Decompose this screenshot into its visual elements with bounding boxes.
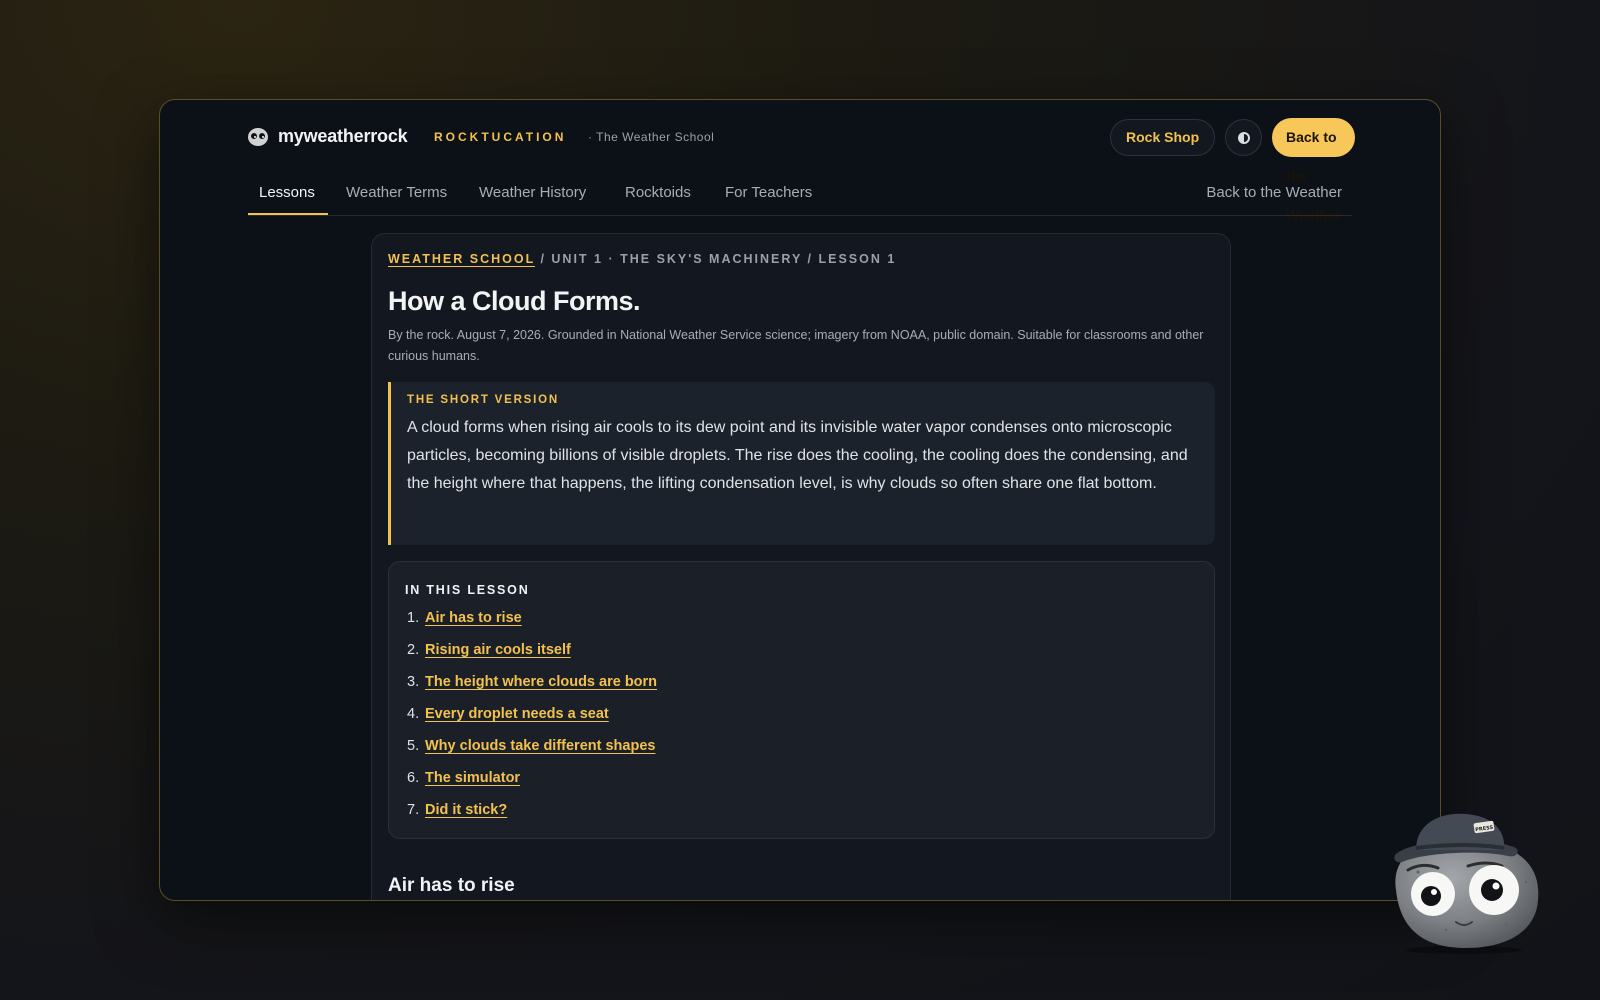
- toc-link-droplet-seat[interactable]: Every droplet needs a seat: [425, 702, 609, 734]
- theme-toggle-button[interactable]: [1225, 119, 1262, 156]
- short-version-text: A cloud forms when rising air cools to i…: [407, 419, 1188, 492]
- list-item: 5. Why clouds take different shapes: [407, 734, 657, 766]
- toc-number: 3.: [407, 674, 420, 690]
- table-of-contents: IN THIS LESSON 1. Air has to rise 2. Risin…: [388, 561, 1215, 839]
- toc-list: 1. Air has to rise 2. Rising air cools its…: [407, 606, 657, 830]
- toc-link-simulator[interactable]: The simulator: [425, 766, 520, 798]
- byline: By the rock. August 7, 2026. Grounded in…: [388, 328, 1204, 363]
- tab-weather-terms[interactable]: Weather Terms: [346, 184, 447, 201]
- list-item: 1. Air has to rise: [407, 606, 657, 638]
- list-item: 6. The simulator: [407, 766, 657, 798]
- lesson-nav: Lessons Weather Terms Weather History Ro…: [248, 176, 1352, 216]
- toc-link-cloud-shapes[interactable]: Why clouds take different shapes: [425, 734, 655, 766]
- section-heading: Air has to rise: [388, 875, 515, 896]
- toc-number: 6.: [407, 770, 420, 786]
- nav-back-to-weather-link[interactable]: Back to the Weather: [1206, 184, 1342, 201]
- brand-name: myweatherrock: [278, 126, 408, 146]
- contrast-icon: [1237, 131, 1250, 144]
- section-subtitle: · The Weather School: [588, 130, 715, 144]
- toc-number: 5.: [407, 738, 420, 754]
- page-title: How a Cloud Forms.: [388, 286, 641, 316]
- breadcrumb-trail: / UNIT 1 · THE SKY'S MACHINERY / LESSON …: [534, 252, 897, 266]
- tab-weather-history[interactable]: Weather History: [479, 184, 586, 201]
- app-window: myweatherrock ROCKTUCATION · The Weather…: [159, 99, 1441, 901]
- tab-for-teachers[interactable]: For Teachers: [725, 184, 812, 201]
- toc-link-did-it-stick[interactable]: Did it stick?: [425, 798, 507, 830]
- rock-shop-button[interactable]: Rock Shop: [1110, 119, 1216, 156]
- tab-rocktoids[interactable]: Rocktoids: [625, 184, 691, 201]
- toc-number: 7.: [407, 802, 420, 818]
- toc-link-clouds-born[interactable]: The height where clouds are born: [425, 670, 657, 702]
- list-item: 2. Rising air cools itself: [407, 638, 657, 670]
- rock-mascot-icon[interactable]: PRESS: [1386, 812, 1542, 954]
- top-bar: myweatherrock ROCKTUCATION · The Weather…: [248, 100, 1355, 223]
- rock-logo-icon: [248, 127, 268, 146]
- active-tab-indicator: [248, 213, 328, 215]
- breadcrumb: WEATHER SCHOOL / UNIT 1 · THE SKY'S MACH…: [388, 252, 896, 266]
- lesson-article: WEATHER SCHOOL / UNIT 1 · THE SKY'S MACH…: [371, 233, 1231, 900]
- list-item: 7. Did it stick?: [407, 798, 657, 830]
- breadcrumb-weather-school-link[interactable]: WEATHER SCHOOL: [388, 252, 535, 266]
- list-item: 3. The height where clouds are born: [407, 670, 657, 702]
- section-name: ROCKTUCATION: [434, 130, 567, 144]
- toc-link-rising-air-cools[interactable]: Rising air cools itself: [425, 638, 571, 670]
- toc-link-air-has-to-rise[interactable]: Air has to rise: [425, 606, 522, 638]
- toc-number: 2.: [407, 642, 420, 658]
- tab-lessons[interactable]: Lessons: [259, 184, 315, 201]
- brand-link[interactable]: myweatherrock: [248, 126, 408, 147]
- list-item: 4. Every droplet needs a seat: [407, 702, 657, 734]
- short-version-callout: THE SHORT VERSION A cloud forms when ris…: [388, 382, 1215, 545]
- short-version-label: THE SHORT VERSION: [407, 394, 560, 406]
- toc-heading: IN THIS LESSON: [405, 583, 530, 597]
- toc-number: 4.: [407, 706, 420, 722]
- back-to-weather-button[interactable]: Back to the Weather: [1272, 118, 1355, 223]
- toc-number: 1.: [407, 610, 420, 626]
